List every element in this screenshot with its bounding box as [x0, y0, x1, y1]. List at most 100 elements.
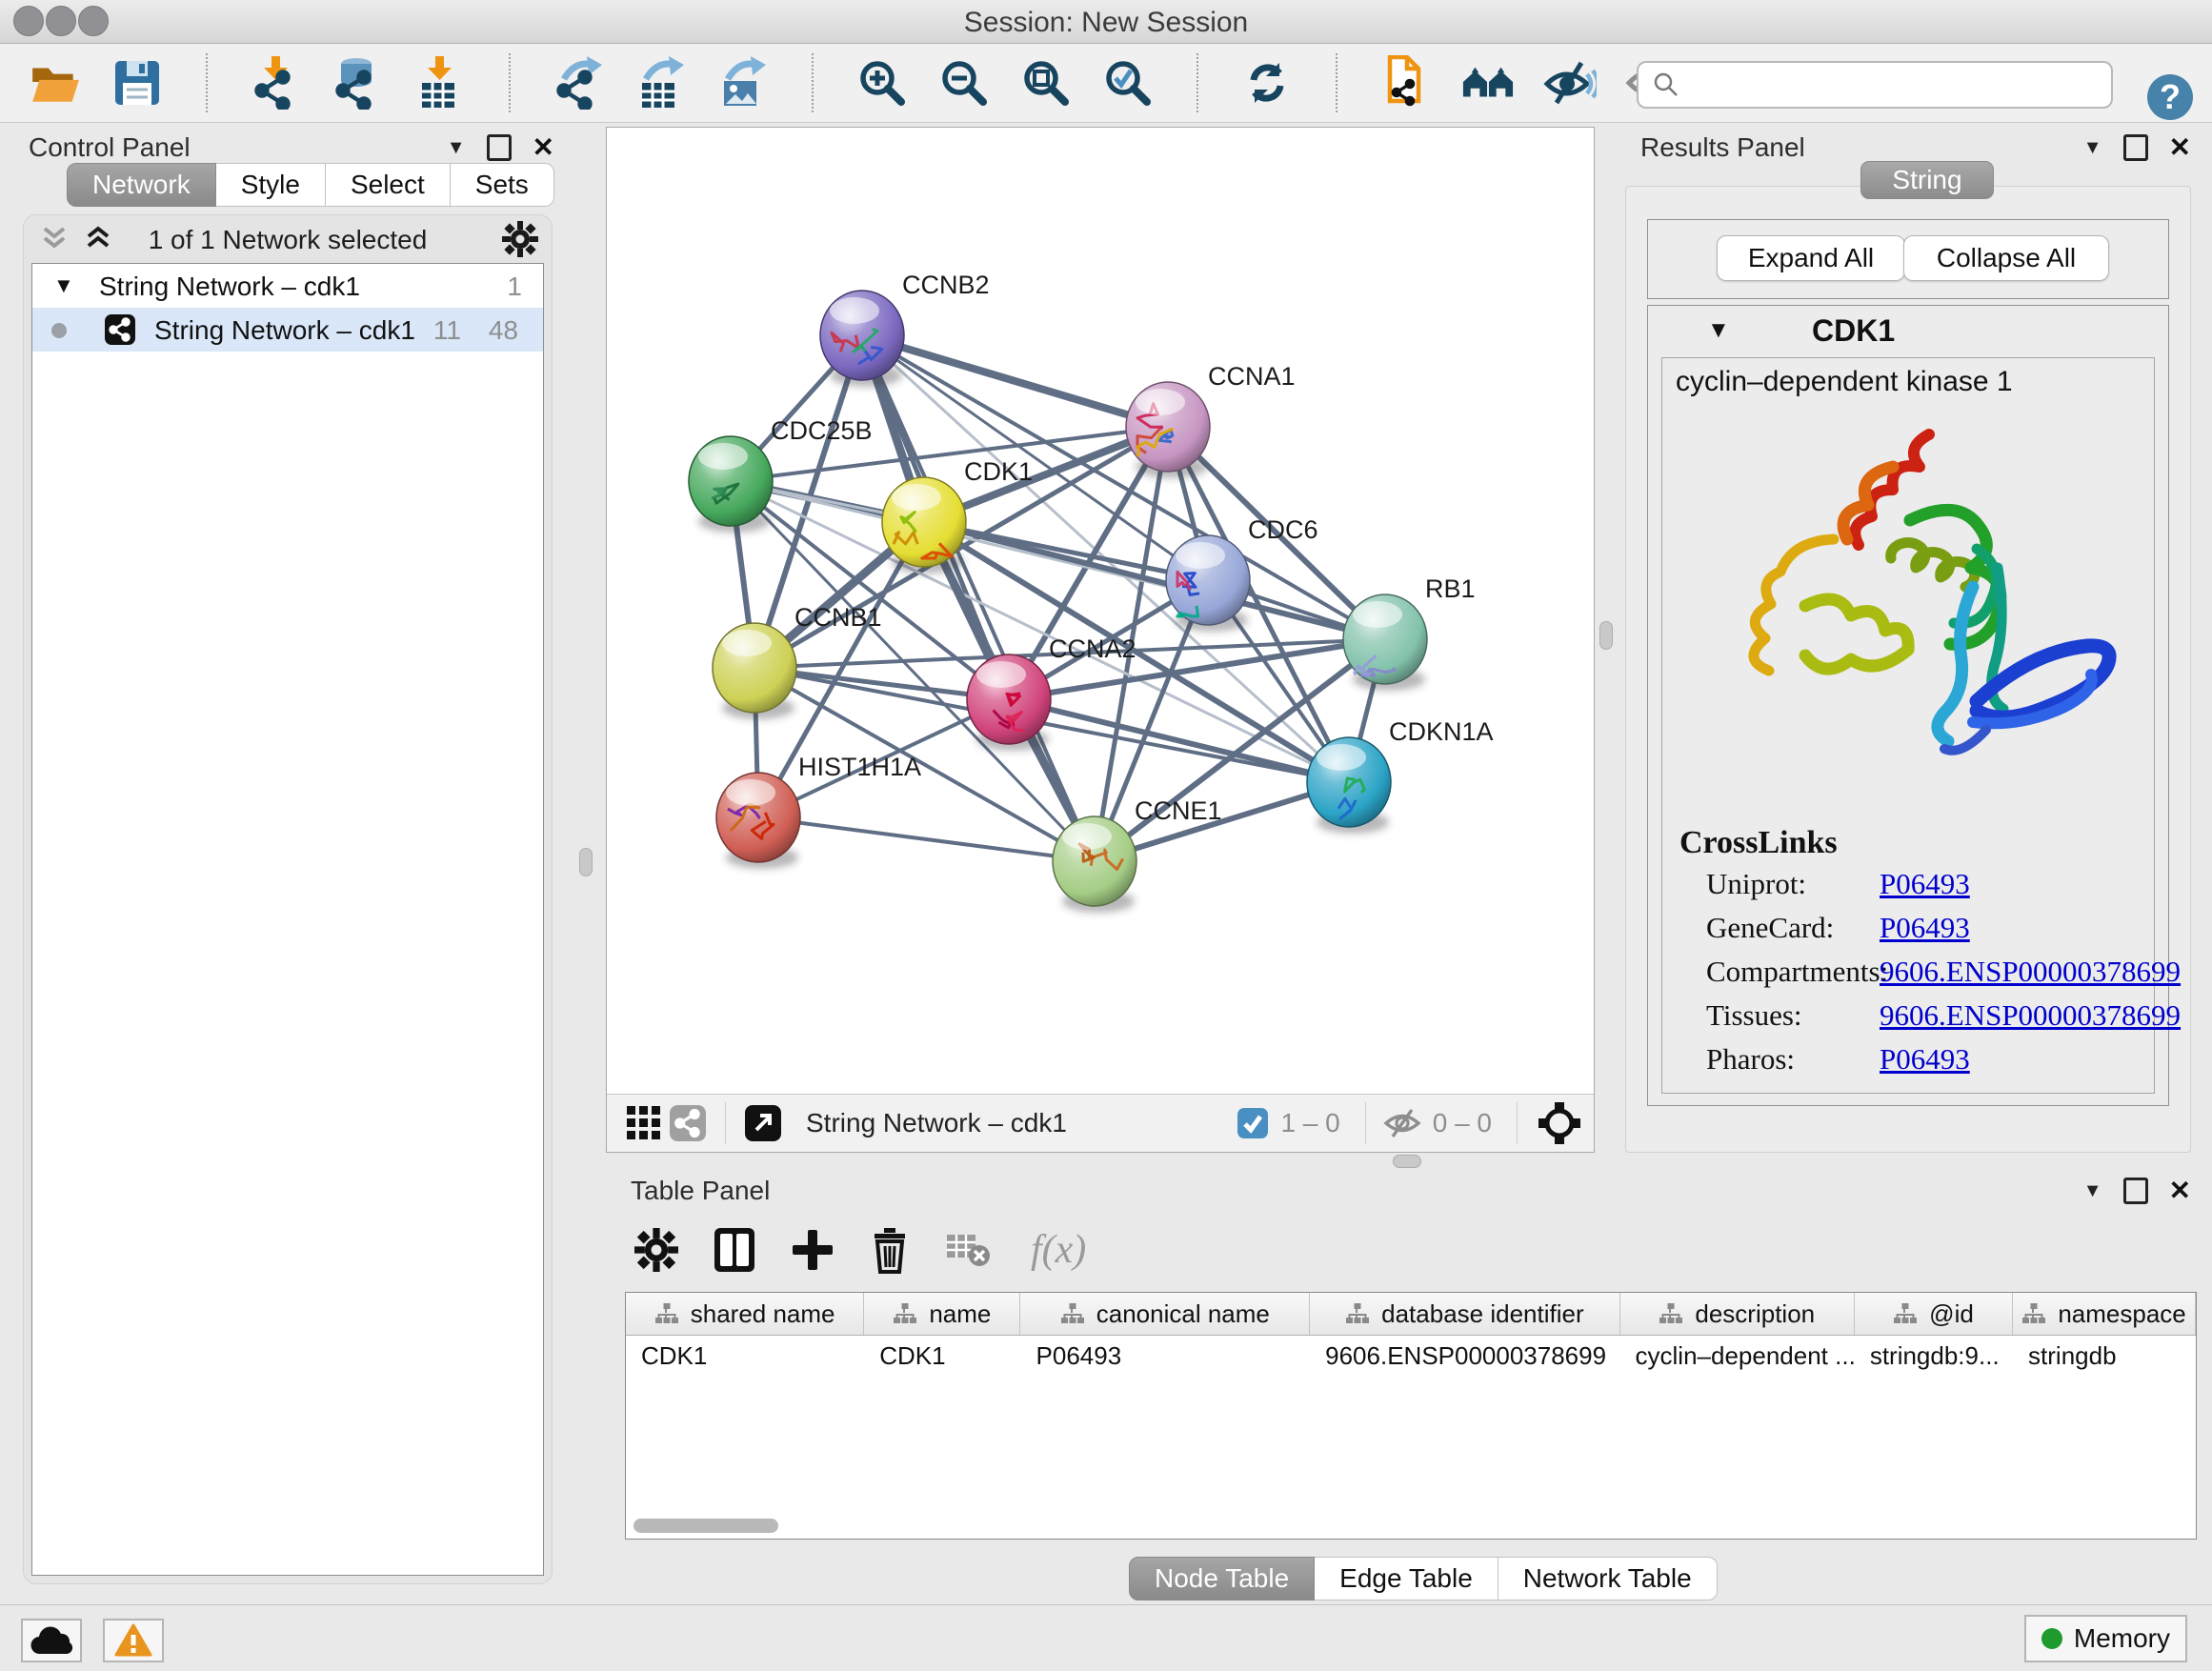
create-column-icon[interactable]: [791, 1228, 835, 1272]
zoom-in-icon[interactable]: [855, 56, 909, 110]
cloud-status-button[interactable]: [21, 1619, 82, 1662]
table-cell[interactable]: P06493: [1021, 1335, 1311, 1377]
save-session-icon[interactable]: [111, 56, 164, 110]
tab-network-table[interactable]: Network Table: [1498, 1557, 1718, 1601]
selected-checkbox-icon[interactable]: [1235, 1097, 1271, 1150]
network-selection-summary: 1 of 1 Network selected: [24, 225, 552, 255]
string-network-icon: [105, 314, 135, 345]
crosslink-link[interactable]: 9606.ENSP00000378699: [1880, 955, 2181, 989]
new-network-from-selection-icon[interactable]: [1379, 56, 1433, 110]
toolbar-separator: [812, 53, 814, 112]
edge-HIST1H1A-CCNE1[interactable]: [758, 817, 1095, 861]
panel-menu-icon[interactable]: ▼: [447, 137, 466, 159]
edge-CCNB2-CCNE1[interactable]: [862, 335, 1095, 861]
export-table-icon[interactable]: [634, 56, 688, 110]
network-tree-item-row[interactable]: String Network – cdk1 11 48: [32, 308, 543, 352]
tab-sets[interactable]: Sets: [451, 163, 554, 207]
table-cell[interactable]: stringdb:9...: [1855, 1335, 2013, 1377]
delete-columns-icon[interactable]: [869, 1226, 911, 1274]
close-panel-icon[interactable]: ✕: [2169, 137, 2191, 158]
search-field[interactable]: [1637, 61, 2113, 109]
float-panel-icon[interactable]: [487, 134, 512, 161]
search-input[interactable]: [1688, 70, 2111, 101]
table-cell[interactable]: cyclin–dependent ...: [1620, 1335, 1855, 1377]
network-tree-root-row[interactable]: ▼ String Network – cdk1 1: [32, 264, 543, 308]
collapse-caret-icon[interactable]: ▼: [53, 273, 74, 298]
fit-selected-target-icon[interactable]: [1533, 1097, 1586, 1150]
column-type-icon: [1659, 1302, 1683, 1325]
refresh-icon[interactable]: [1240, 56, 1294, 110]
zoom-selected-icon[interactable]: [1101, 56, 1155, 110]
import-network-database-icon[interactable]: [332, 56, 385, 110]
grid-view-icon[interactable]: [622, 1097, 666, 1150]
column-header[interactable]: name: [864, 1293, 1020, 1335]
tab-node-table[interactable]: Node Table: [1129, 1557, 1315, 1601]
tab-style[interactable]: Style: [216, 163, 326, 207]
column-manager-icon[interactable]: [713, 1226, 756, 1274]
protein-section-header[interactable]: ▼ CDK1: [1648, 306, 2168, 355]
tab-network[interactable]: Network: [67, 163, 216, 207]
export-network-icon[interactable]: [553, 56, 606, 110]
node-CCNE1[interactable]: CCNE1: [1053, 796, 1222, 913]
panel-menu-icon[interactable]: ▼: [2083, 1180, 2102, 1202]
tab-edge-table[interactable]: Edge Table: [1315, 1557, 1498, 1601]
open-session-icon[interactable]: [29, 56, 82, 110]
birdseye-view-icon[interactable]: [741, 1097, 785, 1150]
node-HIST1H1A[interactable]: HIST1H1A: [716, 753, 921, 869]
float-panel-icon[interactable]: [2123, 1178, 2148, 1204]
table-cell[interactable]: CDK1: [626, 1335, 864, 1377]
column-header[interactable]: description: [1620, 1293, 1855, 1335]
horizontal-scrollbar[interactable]: [633, 1519, 778, 1533]
expand-all-button[interactable]: Expand All: [1717, 235, 1905, 281]
export-image-icon[interactable]: [716, 56, 770, 110]
tab-string[interactable]: String: [1860, 161, 1994, 199]
function-builder-icon[interactable]: f(x): [1027, 1226, 1097, 1274]
column-header-label: namespace: [2058, 1299, 2185, 1329]
network-options-gear-icon[interactable]: [502, 221, 538, 257]
edge-CCNB2-CCNA1[interactable]: [862, 335, 1168, 427]
column-header[interactable]: shared name: [626, 1293, 864, 1335]
node-CCNA1[interactable]: CCNA1: [1126, 362, 1296, 478]
close-panel-icon[interactable]: ✕: [2169, 1180, 2191, 1201]
memory-button[interactable]: Memory: [2024, 1615, 2187, 1662]
table-row[interactable]: CDK1CDK1P064939606.ENSP00000378699cyclin…: [626, 1335, 2196, 1377]
left-splitter-handle[interactable]: [579, 848, 593, 876]
bottom-splitter-handle[interactable]: [1393, 1155, 1421, 1168]
network-canvas[interactable]: CCNB2CCNA1CDC25BCDK1CDC6RB1CCNB1CCNA2CDK…: [607, 128, 1594, 1094]
crosslink-link[interactable]: P06493: [1880, 911, 1970, 945]
crosslink-link[interactable]: P06493: [1880, 1042, 1970, 1077]
warnings-button[interactable]: [103, 1619, 164, 1662]
first-neighbors-icon[interactable]: [1461, 56, 1515, 110]
help-button[interactable]: ?: [2145, 72, 2195, 122]
node-CDKN1A[interactable]: CDKN1A: [1307, 717, 1494, 834]
column-header[interactable]: @id: [1855, 1293, 2013, 1335]
crosslink-link[interactable]: 9606.ENSP00000378699: [1880, 998, 2181, 1033]
string-view-icon[interactable]: [666, 1097, 710, 1150]
hide-selection-icon[interactable]: [1543, 56, 1597, 110]
column-header[interactable]: canonical name: [1020, 1293, 1310, 1335]
column-header-label: canonical name: [1096, 1299, 1270, 1329]
float-panel-icon[interactable]: [2123, 134, 2148, 161]
table-cell[interactable]: CDK1: [864, 1335, 1020, 1377]
collapse-caret-icon[interactable]: ▼: [1707, 317, 1730, 344]
import-network-file-icon[interactable]: [250, 56, 303, 110]
column-header[interactable]: namespace: [2013, 1293, 2196, 1335]
edge-count: 48: [489, 315, 518, 346]
table-cell[interactable]: stringdb: [2013, 1335, 2196, 1377]
tab-select[interactable]: Select: [326, 163, 451, 207]
import-table-icon[interactable]: [413, 56, 467, 110]
table-cell[interactable]: 9606.ENSP00000378699: [1310, 1335, 1619, 1377]
panel-menu-icon[interactable]: ▼: [2083, 137, 2102, 159]
crosslink-link[interactable]: P06493: [1880, 867, 1970, 901]
right-splitter-handle[interactable]: [1599, 621, 1613, 650]
control-panel-title: Control Panel: [29, 132, 191, 163]
delete-table-icon[interactable]: [945, 1231, 993, 1269]
close-panel-icon[interactable]: ✕: [533, 137, 554, 158]
table-settings-icon[interactable]: [634, 1228, 678, 1272]
zoom-fit-icon[interactable]: [1019, 56, 1073, 110]
zoom-out-icon[interactable]: [937, 56, 991, 110]
node-RB1[interactable]: RB1: [1343, 574, 1476, 691]
collapse-all-button[interactable]: Collapse All: [1903, 235, 2109, 281]
node-CCNB1[interactable]: CCNB1: [713, 603, 882, 719]
column-header[interactable]: database identifier: [1310, 1293, 1619, 1335]
